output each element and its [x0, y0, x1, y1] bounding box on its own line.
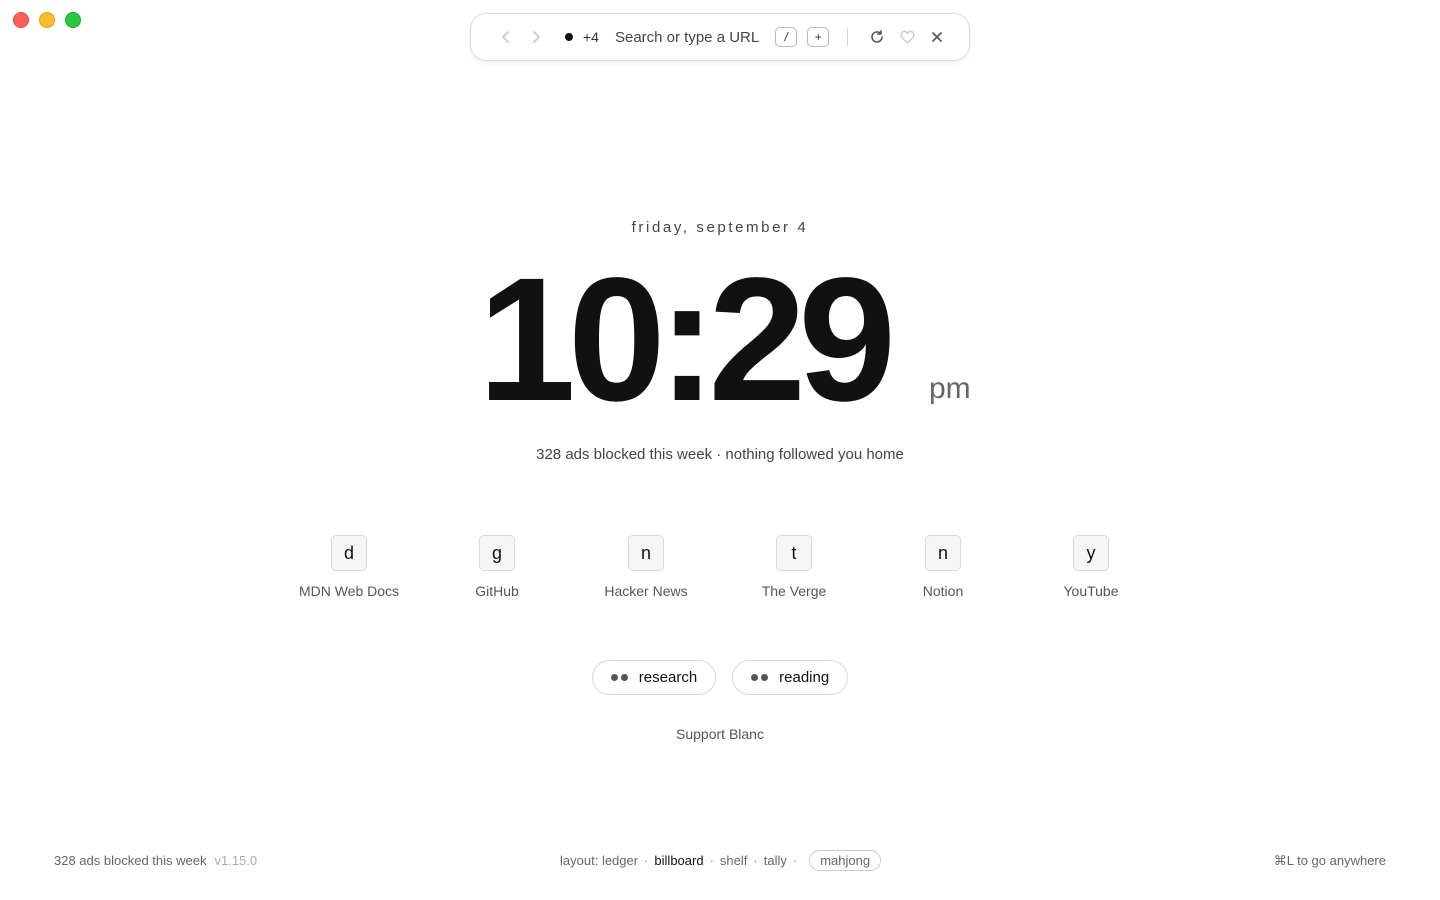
slash-shortcut-key[interactable]: / [775, 27, 798, 47]
shortcut-label: Hacker News [604, 583, 688, 599]
shortcut-label: GitHub [475, 583, 519, 599]
chevron-right-icon [533, 31, 540, 43]
reload-button[interactable] [866, 26, 888, 48]
shortcut-tile: d [331, 535, 367, 571]
shortcut-label: YouTube [1063, 583, 1119, 599]
shortcuts: d MDN Web Docs g GitHub n Hacker News t … [0, 535, 1440, 605]
new-tab-button[interactable]: + [807, 27, 830, 47]
shortcut-hacker-news[interactable]: n Hacker News [571, 535, 721, 599]
version-label: v1.15.0 [214, 853, 258, 868]
window-controls [13, 12, 81, 28]
layout-switcher: layout: ledger · billboard · shelf · tal… [560, 850, 882, 871]
space-reading[interactable]: reading [732, 660, 849, 695]
shortcut-tile: n [925, 535, 961, 571]
shortcut-the-verge[interactable]: t The Verge [719, 535, 869, 599]
shortcut-notion[interactable]: n Notion [868, 535, 1018, 599]
date-label: friday, september 4 [631, 219, 809, 236]
close-window-button[interactable] [13, 12, 29, 28]
close-icon [932, 32, 943, 42]
shortcut-youtube[interactable]: y YouTube [1016, 535, 1166, 599]
layout-option-mahjong[interactable]: mahjong [809, 850, 882, 871]
reload-icon [871, 30, 884, 43]
space-label: reading [779, 669, 830, 686]
spaces: research reading [0, 660, 1440, 695]
heart-icon [900, 30, 915, 44]
layout-option-shelf[interactable]: shelf [720, 853, 747, 868]
url-input[interactable]: Search or type a URL [615, 29, 759, 46]
shortcut-tile: y [1073, 535, 1109, 571]
layout-option-tally[interactable]: tally [764, 853, 787, 868]
favorite-button[interactable] [896, 26, 918, 48]
keyboard-hint: ⌘L to go anywhere [1273, 853, 1386, 868]
toolbar: +4 Search or type a URL / + [470, 13, 970, 61]
layout-label: layout: [560, 853, 599, 868]
tab-count[interactable]: +4 [583, 29, 599, 45]
back-button[interactable] [495, 26, 517, 48]
space-dots-icon [751, 674, 769, 681]
layout-option-ledger[interactable]: ledger [602, 853, 638, 868]
chevron-left-icon [502, 31, 509, 43]
support-link[interactable]: Support Blanc [0, 726, 1440, 742]
space-research[interactable]: research [591, 660, 717, 695]
shortcut-github[interactable]: g GitHub [422, 535, 572, 599]
current-tab-dot[interactable] [565, 33, 573, 41]
clock-time: 10:29 [478, 242, 896, 438]
shortcut-tile: n [628, 535, 664, 571]
close-tab-button[interactable] [926, 26, 948, 48]
clock-ampm: pm [929, 372, 971, 405]
minimize-window-button[interactable] [39, 12, 55, 28]
shortcut-tile: t [776, 535, 812, 571]
shortcut-label: MDN Web Docs [298, 583, 400, 599]
shortcut-label: The Verge [761, 583, 827, 599]
layout-option-billboard[interactable]: billboard [654, 853, 703, 868]
shortcut-tile: g [479, 535, 515, 571]
privacy-tagline: 328 ads blocked this week · nothing foll… [536, 446, 904, 463]
footer-stats: 328 ads blocked this week v1.15.0 [54, 853, 257, 868]
maximize-window-button[interactable] [65, 12, 81, 28]
forward-button[interactable] [525, 26, 547, 48]
space-dots-icon [610, 674, 628, 681]
ads-blocked-count: 328 ads blocked this week [54, 853, 207, 868]
shortcut-mdn[interactable]: d MDN Web Docs [274, 535, 424, 599]
toolbar-divider [847, 28, 849, 46]
clock: 10:29 pm [0, 252, 1440, 428]
shortcut-label: Notion [922, 583, 964, 599]
space-label: research [638, 669, 698, 686]
